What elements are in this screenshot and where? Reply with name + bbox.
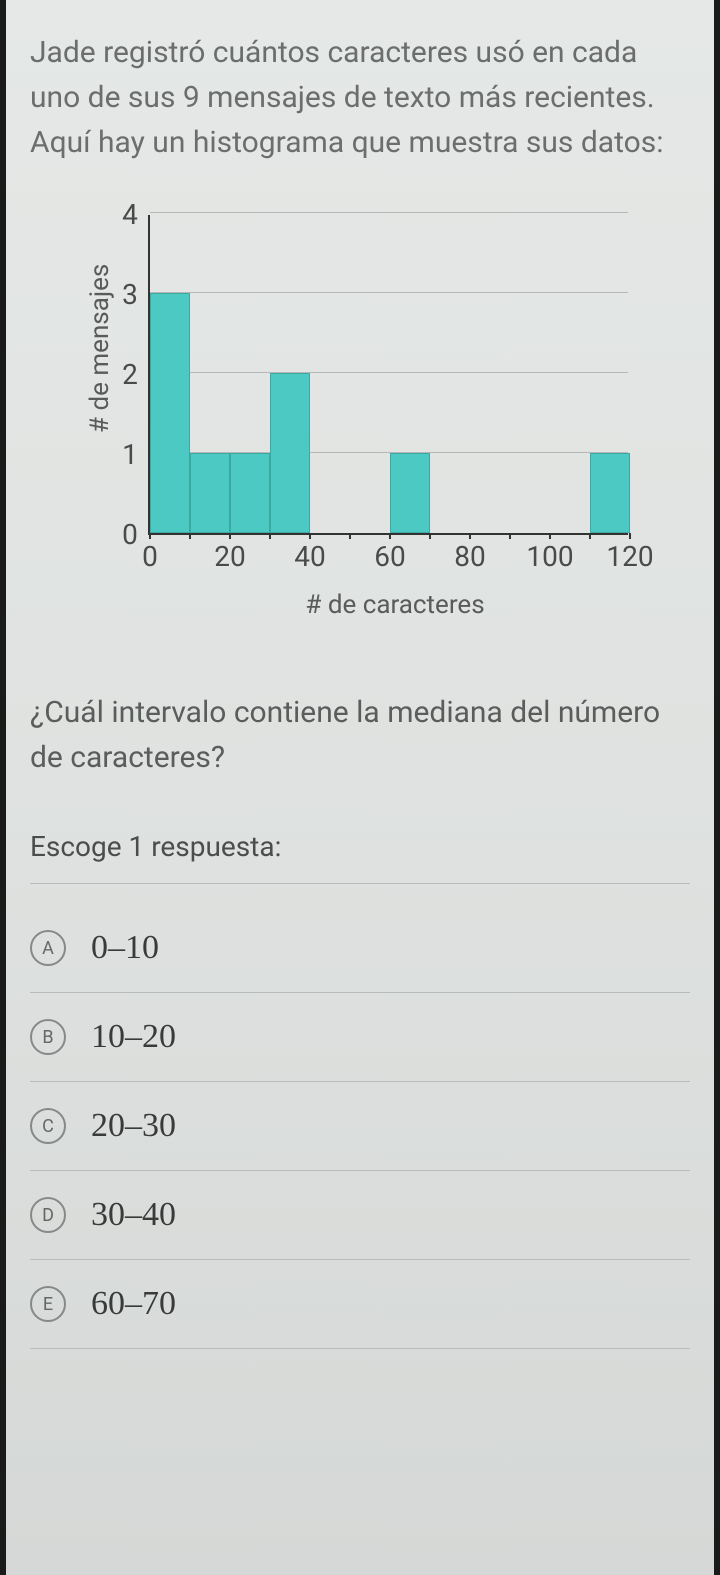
x-tick-mark xyxy=(589,533,591,539)
answer-letter: A xyxy=(30,930,66,966)
answer-option-a[interactable]: A 0–10 xyxy=(30,904,690,993)
x-tick-mark xyxy=(229,533,231,539)
answer-letter: E xyxy=(30,1286,66,1322)
problem-container: Jade registró cuántos caracteres usó en … xyxy=(0,0,720,1575)
histogram-bar xyxy=(150,293,190,533)
x-tick-label: 60 xyxy=(374,540,405,573)
answer-instruction: Escoge 1 respuesta: xyxy=(30,830,690,884)
question-text: ¿Cuál intervalo contiene la mediana del … xyxy=(30,690,690,780)
grid-line xyxy=(150,212,628,213)
right-screen-border xyxy=(714,0,720,1575)
x-tick-mark xyxy=(429,533,431,539)
x-tick-mark xyxy=(549,533,551,539)
answer-option-c[interactable]: C 20–30 xyxy=(30,1082,690,1171)
x-tick-mark xyxy=(189,533,191,539)
answer-list: A 0–10 B 10–20 C 20–30 D 30–40 E 60–70 xyxy=(30,904,690,1349)
x-tick-mark xyxy=(509,533,511,539)
histogram-bar xyxy=(390,453,430,533)
histogram-bar xyxy=(230,453,270,533)
answer-text: 20–30 xyxy=(91,1107,176,1145)
x-tick-mark xyxy=(349,533,351,539)
histogram-chart: # de mensajes 43210 0 20 40 60 80 100 120 # de… xyxy=(30,215,690,620)
histogram-bar xyxy=(270,373,310,533)
chart-plot-area xyxy=(148,215,628,535)
x-tick-mark xyxy=(309,533,311,539)
grid-line xyxy=(150,292,628,293)
answer-letter: D xyxy=(30,1197,66,1233)
x-tick-mark xyxy=(149,533,151,539)
x-tick-mark xyxy=(389,533,391,539)
problem-statement: Jade registró cuántos caracteres usó en … xyxy=(30,30,690,165)
answer-option-e[interactable]: E 60–70 xyxy=(30,1260,690,1349)
x-tick-mark xyxy=(629,533,631,539)
answer-text: 10–20 xyxy=(91,1018,176,1056)
answer-text: 0–10 xyxy=(91,929,159,967)
x-tick-label: 0 xyxy=(142,540,158,573)
y-axis-label: # de mensajes xyxy=(85,403,115,433)
x-tick-label: 120 xyxy=(606,540,653,573)
x-tick-label: 40 xyxy=(294,540,325,573)
answer-option-b[interactable]: B 10–20 xyxy=(30,993,690,1082)
histogram-bar xyxy=(190,453,230,533)
answer-letter: B xyxy=(30,1019,66,1055)
x-tick-mark xyxy=(269,533,271,539)
y-axis-ticks: 43210 xyxy=(122,215,138,535)
x-tick-label: 80 xyxy=(454,540,485,573)
answer-text: 60–70 xyxy=(91,1285,176,1323)
left-screen-border xyxy=(0,0,6,1575)
answer-letter: C xyxy=(30,1108,66,1144)
x-axis-label: # de caracteres xyxy=(155,590,635,620)
x-tick-label: 100 xyxy=(526,540,573,573)
histogram-bar xyxy=(590,453,630,533)
grid-line xyxy=(150,372,628,373)
x-axis-ticks: 020406080100120 xyxy=(150,540,630,580)
answer-text: 30–40 xyxy=(91,1196,176,1234)
x-tick-mark xyxy=(469,533,471,539)
x-tick-label: 20 xyxy=(214,540,245,573)
answer-option-d[interactable]: D 30–40 xyxy=(30,1171,690,1260)
